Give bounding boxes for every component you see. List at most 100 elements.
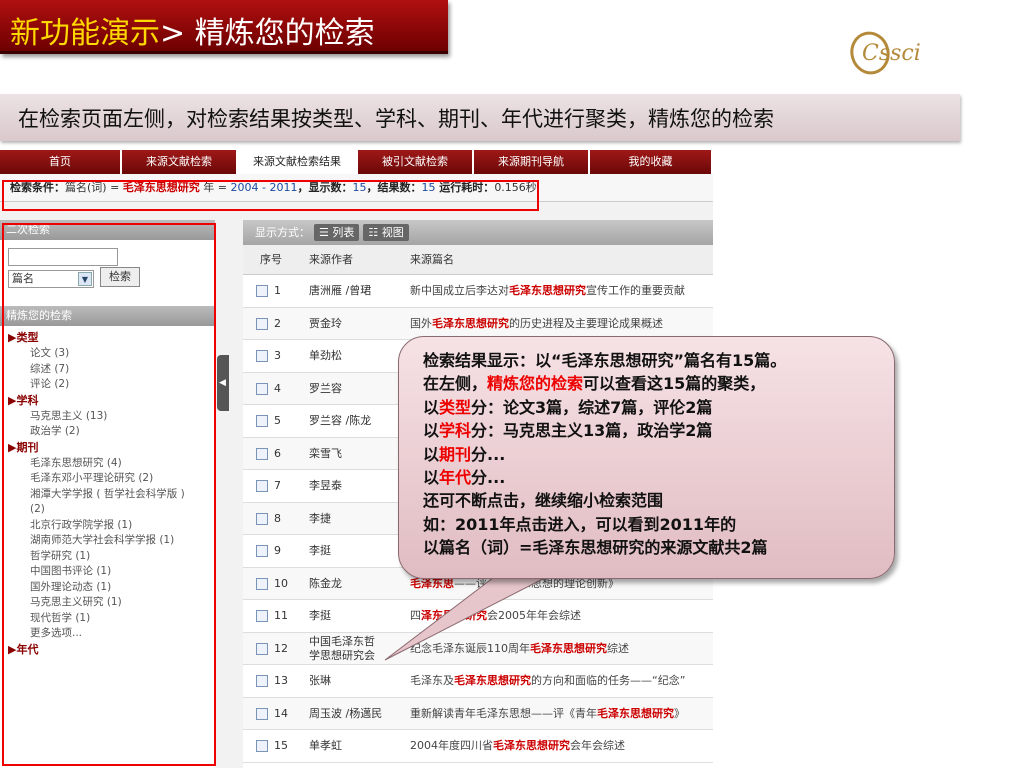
callout-line: 以篇名（词）=毛泽东思想研究的来源文献共2篇 [423, 536, 894, 559]
col-header-title: 来源篇名 [410, 253, 454, 266]
row-number-cell: 7 [256, 470, 281, 502]
row-author[interactable]: 李捷 [309, 503, 399, 535]
row-number: 12 [274, 641, 288, 655]
callout-line: 以学科分：马克思主义13篇，政治学2篇 [423, 419, 894, 442]
row-title-post: 的历史进程及主要理论成果概述 [509, 316, 663, 330]
callout-text: 在左侧， [423, 374, 488, 394]
nav-tab[interactable]: 来源文献检索 [122, 150, 238, 174]
row-checkbox[interactable] [256, 285, 268, 297]
callout-line: 在左侧，精炼您的检索可以查看这15篇的聚类， [423, 372, 894, 395]
row-author[interactable]: 栾雪飞 [309, 438, 399, 470]
row-author[interactable]: 罗兰容 [309, 373, 399, 405]
row-checkbox[interactable] [256, 382, 268, 395]
row-title-highlight: 毛泽东思想研究 [597, 706, 674, 720]
row-number: 11 [274, 609, 288, 622]
row-number: 14 [274, 706, 288, 720]
row-checkbox[interactable] [256, 642, 268, 655]
row-title-post: 综述 [607, 641, 629, 655]
callout-text: 检索结果显示：以“毛泽东思想研究”篇名有15篇。 [423, 351, 787, 370]
row-checkbox[interactable] [256, 415, 268, 427]
nav-tab[interactable]: 来源期刊导航 [474, 150, 590, 174]
callout-line: 检索结果显示：以“毛泽东思想研究”篇名有15篇。 [423, 349, 894, 372]
banner-title-prefix: 新功能演示 [10, 16, 160, 51]
row-number: 6 [274, 446, 281, 460]
callout-line: 如：2011年点击进入，可以看到2011年的 [423, 513, 894, 536]
callout-text: 如：2011年点击进入，可以看到2011年的 [423, 514, 737, 534]
nav-tab[interactable]: 首页 [0, 150, 122, 174]
row-checkbox[interactable] [256, 447, 268, 460]
conditions-highlight-box [2, 180, 539, 211]
title-banner: 新功能演示> 精炼您的检索 [0, 0, 448, 54]
chevron-left-icon: ◀ [219, 378, 226, 388]
callout-keyword: 期刊 [439, 444, 472, 464]
row-checkbox[interactable] [256, 317, 268, 330]
nav-tab[interactable]: 来源文献检索结果 [238, 150, 358, 174]
callout-keyword: 学科 [439, 421, 472, 441]
callout-line: 以年代分... [423, 466, 894, 489]
table-row: 15 单孝虹 2004年度四川省毛泽东思想研究会年会综述 [243, 730, 713, 763]
row-author[interactable]: 唐洲雁 /曾珺 [309, 275, 399, 307]
row-checkbox[interactable] [256, 350, 268, 362]
callout-text: 分：论文3篇，综述7篇，评伦2篇 [471, 397, 713, 417]
grid-view-button[interactable]: ☷ 视图 [363, 224, 409, 241]
row-title-pre: 2004年度四川省 [410, 739, 493, 752]
sidebar-collapse-handle[interactable]: ◀ [217, 355, 229, 411]
callout-keyword: 年代 [439, 467, 472, 487]
row-checkbox[interactable] [256, 545, 268, 557]
row-author[interactable]: 单孝虹 [309, 730, 399, 762]
callout-text: 分：马克思主义13篇，政治学2篇 [471, 421, 713, 441]
callout-line: 还可不断点击，继续缩小检索范围 [423, 489, 894, 512]
row-checkbox[interactable] [256, 707, 268, 720]
row-title-pre: 新中国成立后李达对 [410, 284, 509, 297]
table-row: 14 周玉波 /杨邁民 重新解读青年毛泽东思想——评《青年毛泽东思想研究》 [243, 697, 713, 730]
row-number: 3 [274, 349, 281, 362]
row-title-pre: 重新解读青年毛泽东思想——评《青年 [410, 706, 597, 720]
row-checkbox[interactable] [256, 480, 268, 492]
callout-text: 分... [471, 467, 506, 487]
row-number-cell: 5 [256, 405, 281, 437]
row-title-post: 会年会综述 [570, 739, 625, 752]
banner-title: 新功能演示> 精炼您的检索 [10, 8, 375, 52]
row-checkbox[interactable] [256, 512, 268, 525]
row-number: 4 [274, 381, 281, 395]
sidebar-highlight-box [2, 223, 216, 766]
row-checkbox[interactable] [256, 577, 268, 590]
banner-title-suffix: > 精炼您的检索 [160, 16, 375, 51]
col-header-no: 序号 [260, 253, 282, 266]
row-author[interactable]: 贾金玲 [309, 308, 399, 340]
row-checkbox[interactable] [256, 740, 268, 752]
col-header-author: 来源作者 [309, 253, 353, 266]
cssci-logo: Cssci [850, 31, 921, 75]
callout-text: 以 [423, 444, 440, 464]
row-title[interactable]: 国外毛泽东思想研究的历史进程及主要理论成果概述 [410, 308, 713, 340]
row-title[interactable]: 2004年度四川省毛泽东思想研究会年会综述 [410, 730, 713, 762]
row-number-cell: 14 [256, 698, 288, 730]
row-author[interactable]: 李昱泰 [309, 470, 399, 502]
row-number-cell: 4 [256, 373, 281, 405]
callout-text: 以 [423, 397, 440, 417]
slide-subtitle: 在检索页面左侧，对检索结果按类型、学科、期刊、年代进行聚类，精炼您的检索 [0, 94, 960, 141]
row-title-highlight: 毛泽东思想研究 [432, 316, 509, 330]
row-title[interactable]: 新中国成立后李达对毛泽东思想研究宣传工作的重要贡献 [410, 275, 713, 307]
row-number-cell: 2 [256, 308, 281, 340]
callout-text: 可以查看这15篇的聚类， [583, 374, 766, 394]
row-checkbox[interactable] [256, 675, 268, 687]
callout-line: 以期刊分... [423, 443, 894, 466]
row-number-cell: 8 [256, 503, 281, 535]
row-author[interactable]: 周玉波 /杨邁民 [309, 698, 399, 730]
row-checkbox[interactable] [256, 610, 268, 622]
row-number-cell: 6 [256, 438, 281, 470]
nav-tab[interactable]: 被引文献检索 [358, 150, 474, 174]
row-number: 1 [274, 284, 281, 297]
callout-text: 还可不断点击，继续缩小检索范围 [423, 491, 664, 511]
callout-line: 以类型分：论文3篇，综述7篇，评伦2篇 [423, 396, 894, 419]
row-author[interactable]: 单劲松 [309, 340, 399, 372]
row-title[interactable]: 重新解读青年毛泽东思想——评《青年毛泽东思想研究》 [410, 698, 713, 730]
row-author[interactable]: 罗兰容 /陈龙 [309, 405, 399, 437]
nav-tab[interactable]: 我的收藏 [590, 150, 713, 174]
row-author[interactable]: 中国毛泽东哲学思想研究会 [309, 635, 379, 663]
row-number-cell: 10 [256, 568, 288, 600]
row-number-cell: 3 [256, 340, 281, 372]
list-view-button[interactable]: ☰ 列表 [314, 224, 360, 241]
row-number: 7 [274, 479, 281, 492]
